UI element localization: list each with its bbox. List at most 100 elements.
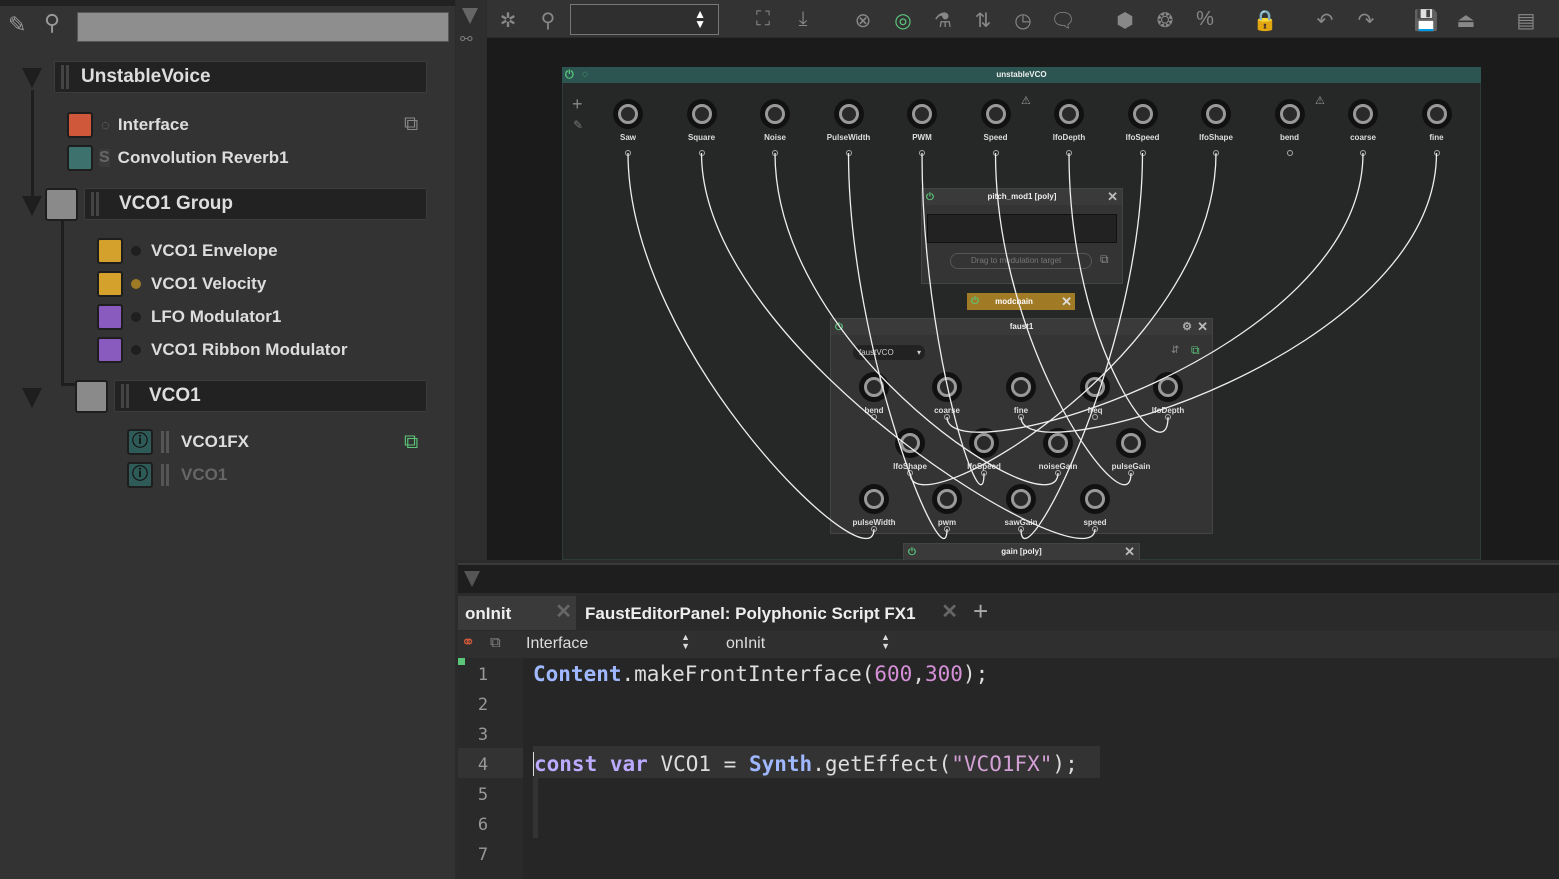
mod-port[interactable] (1092, 526, 1098, 532)
pencil-icon[interactable]: ✎ (8, 12, 26, 38)
mod-port[interactable] (944, 526, 950, 532)
tab-oninit[interactable]: onInit ✕ (458, 596, 576, 630)
color-swatch[interactable] (97, 238, 123, 264)
color-swatch[interactable] (67, 145, 93, 171)
preset-combo[interactable]: ▲ ▼ (570, 4, 719, 35)
add-tab-icon[interactable]: + (973, 596, 988, 627)
group-unstablevoice[interactable]: UnstableVoice (54, 61, 427, 93)
cube-icon[interactable]: ⬢ (1112, 8, 1138, 33)
knob-pwm[interactable] (932, 484, 962, 514)
mod-port[interactable] (1213, 150, 1219, 156)
clock-icon[interactable]: ◷ (1010, 8, 1036, 33)
mod-port[interactable] (981, 470, 987, 476)
drag-grip-icon[interactable] (91, 192, 99, 216)
tree-item-convolution-reverb[interactable]: S Convolution Reverb1 (67, 145, 289, 171)
tree-item-interface[interactable]: ◌ Interface (67, 112, 189, 138)
knob-noise[interactable] (760, 99, 790, 129)
close-tab-icon[interactable]: ✕ (941, 594, 958, 630)
knob-bend[interactable] (1274, 99, 1305, 129)
mod-port[interactable] (871, 414, 877, 420)
fit-icon[interactable]: ⛶ (750, 8, 776, 31)
snowflake-icon[interactable]: ✲ (495, 8, 521, 33)
popout-icon[interactable]: ⧉ (1191, 343, 1200, 358)
color-swatch[interactable] (75, 380, 108, 413)
close-icon[interactable]: ✕ (1197, 319, 1208, 335)
power-icon[interactable]: ⏻ (908, 545, 916, 561)
knob-noisegain[interactable] (1043, 428, 1073, 458)
tree-item-lfo-modulator[interactable]: LFO Modulator1 (97, 304, 281, 330)
knob-lfodepth[interactable] (1054, 99, 1084, 129)
knob-lfospeed[interactable] (1127, 99, 1158, 129)
mod-port[interactable] (625, 150, 631, 156)
mod-port[interactable] (1055, 470, 1061, 476)
drag-grip-icon[interactable] (61, 65, 69, 89)
comment-icon[interactable]: 🗨 (1050, 8, 1076, 33)
settings-icon[interactable]: ⚙ (1182, 319, 1192, 335)
redo-icon[interactable]: ↷ (1353, 8, 1379, 33)
processor-select[interactable]: Interface ▲ ▼ (526, 633, 696, 653)
close-icon[interactable]: ✕ (1124, 544, 1135, 560)
network-icon[interactable]: ❂ (1152, 8, 1178, 33)
zoom-icon[interactable]: ⚲ (535, 8, 561, 33)
knob-pulsewidth[interactable] (833, 99, 864, 129)
mod-port[interactable] (919, 150, 925, 156)
popout-icon[interactable]: ⧉ (490, 634, 501, 651)
search-icon[interactable]: ⚲ (44, 10, 60, 36)
mod-port[interactable] (1360, 150, 1366, 156)
connections-icon[interactable]: ⚯ (460, 30, 473, 48)
drag-grip-icon[interactable] (121, 384, 129, 408)
knob-speed[interactable] (980, 99, 1011, 129)
close-icon[interactable]: ✕ (1061, 293, 1072, 310)
tree-item-vco1[interactable]: ⓘ VCO1 (127, 462, 227, 488)
link-icon[interactable]: ⚭ (461, 633, 475, 653)
layout-icon[interactable]: ▤ (1513, 8, 1539, 33)
mod-port[interactable] (1433, 150, 1440, 156)
undo-icon[interactable]: ↶ (1312, 8, 1338, 33)
code-editor[interactable]: Content.makeFrontInterface(600,300); con… (523, 658, 1559, 879)
power-icon[interactable]: ⏻ (835, 320, 843, 336)
tree-item-vco1-envelope[interactable]: VCO1 Envelope (97, 238, 278, 264)
mod-port[interactable] (698, 150, 705, 156)
knob-lfodepth[interactable] (1153, 372, 1183, 402)
close-icon[interactable]: ✕ (1107, 189, 1118, 205)
bypass-icon[interactable]: ⓘ (127, 429, 153, 455)
popout-icon[interactable]: ⧉ (404, 113, 418, 136)
add-icon[interactable]: + (572, 94, 583, 115)
knob-coarse[interactable] (932, 372, 962, 402)
color-swatch[interactable] (97, 337, 123, 363)
drag-to-mod-target[interactable]: Drag to modulation target (950, 253, 1092, 269)
knob-bend[interactable] (859, 372, 889, 402)
mod-port[interactable] (1018, 526, 1024, 532)
color-swatch[interactable] (97, 271, 123, 297)
search-input[interactable] (77, 12, 449, 42)
mod-port[interactable] (907, 470, 913, 476)
mod-port[interactable] (992, 150, 999, 156)
cancel-icon[interactable]: ⊗ (850, 8, 876, 33)
color-swatch[interactable] (97, 304, 123, 330)
power-icon[interactable]: ⏻ (971, 296, 979, 307)
pencil-icon[interactable]: ✎ (573, 118, 583, 132)
mod-port[interactable] (871, 526, 877, 532)
faust-selector[interactable]: faustVCO ▾ (853, 345, 925, 360)
color-swatch[interactable] (67, 112, 93, 138)
group-vco1-group[interactable]: VCO1 Group (84, 188, 427, 220)
knob-saw[interactable] (613, 99, 643, 129)
tree-item-ribbon-modulator[interactable]: VCO1 Ribbon Modulator (97, 337, 347, 363)
knob-pulsegain[interactable] (1116, 428, 1146, 458)
knob-lfoshape[interactable] (1201, 99, 1231, 129)
mod-port[interactable] (1092, 414, 1098, 420)
group-vco1[interactable]: VCO1 (114, 380, 427, 412)
mod-port[interactable] (772, 150, 778, 156)
knob-pwm[interactable] (907, 99, 937, 129)
color-swatch[interactable] (45, 188, 78, 221)
flask-icon[interactable]: ⚗ (930, 8, 956, 33)
tab-faust-editor[interactable]: FaustEditorPanel: Polyphonic Script FX1 ✕ (578, 596, 958, 630)
mod-port[interactable] (845, 150, 852, 156)
tree-item-vco1fx[interactable]: ⓘ VCO1FX (127, 429, 249, 455)
mod-port[interactable] (944, 414, 950, 420)
knob-lfoshape[interactable] (895, 428, 925, 458)
modchain-panel[interactable]: ⏻ modchain ✕ (967, 293, 1075, 310)
refresh-icon[interactable]: ◌ (582, 67, 588, 83)
popout-icon[interactable]: ⧉ (404, 431, 418, 454)
save-icon[interactable]: 💾 (1413, 8, 1439, 33)
